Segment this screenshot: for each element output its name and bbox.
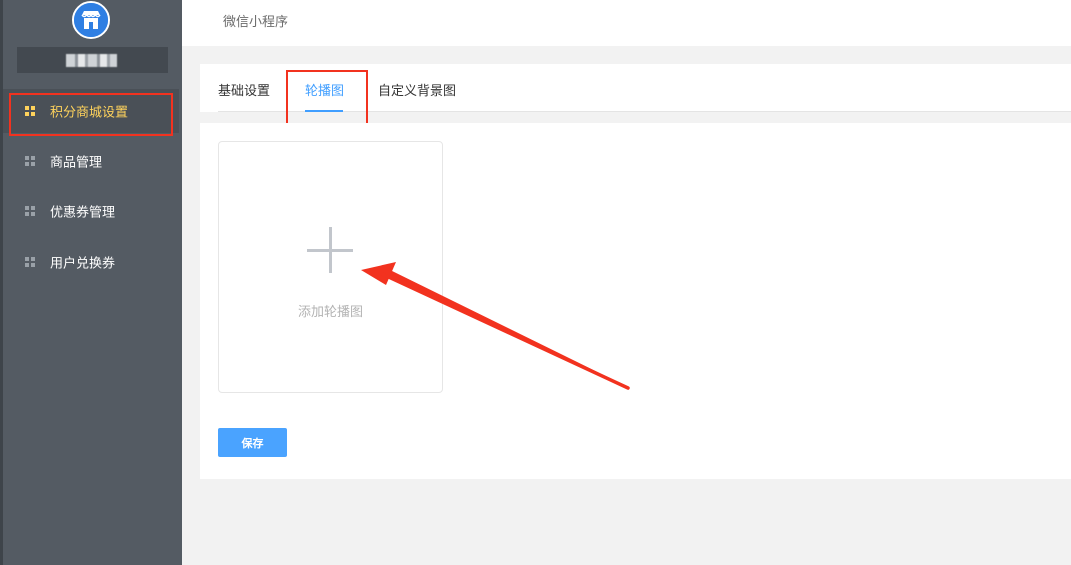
grid-icon: [25, 106, 35, 116]
plus-icon[interactable]: [307, 227, 353, 273]
sidebar-item-product-management[interactable]: 商品管理: [3, 139, 179, 183]
grid-icon: [25, 156, 35, 166]
add-carousel-label: 添加轮播图: [297, 305, 363, 320]
sidebar-item-points-mall-settings[interactable]: 积分商城设置: [3, 89, 179, 133]
storefront-icon: [74, 3, 108, 37]
grid-icon: [25, 206, 35, 216]
tab-basic-settings[interactable]: 基础设置: [218, 80, 270, 99]
tabs-divider: [218, 111, 1071, 112]
tab-custom-background[interactable]: 自定义背景图: [378, 80, 456, 99]
grid-icon: [25, 257, 35, 267]
sidebar-item-label: 积分商城设置: [50, 105, 129, 121]
sidebar-item-label: 用户兑换券: [50, 256, 116, 272]
breadcrumb[interactable]: 微信小程序: [223, 11, 288, 30]
save-button[interactable]: 保存: [218, 428, 287, 457]
top-bar: [182, 0, 1071, 46]
sidebar-item-label: 商品管理: [50, 155, 103, 171]
sidebar-item-user-redemption[interactable]: 用户兑换券: [3, 240, 179, 284]
sidebar-item-coupon-management[interactable]: 优惠券管理: [3, 189, 179, 233]
tab-carousel[interactable]: 轮播图: [305, 80, 344, 99]
account-name: [66, 54, 117, 67]
sidebar-item-label: 优惠券管理: [50, 205, 116, 221]
store-avatar[interactable]: [72, 1, 110, 39]
tab-active-indicator: [305, 110, 343, 112]
